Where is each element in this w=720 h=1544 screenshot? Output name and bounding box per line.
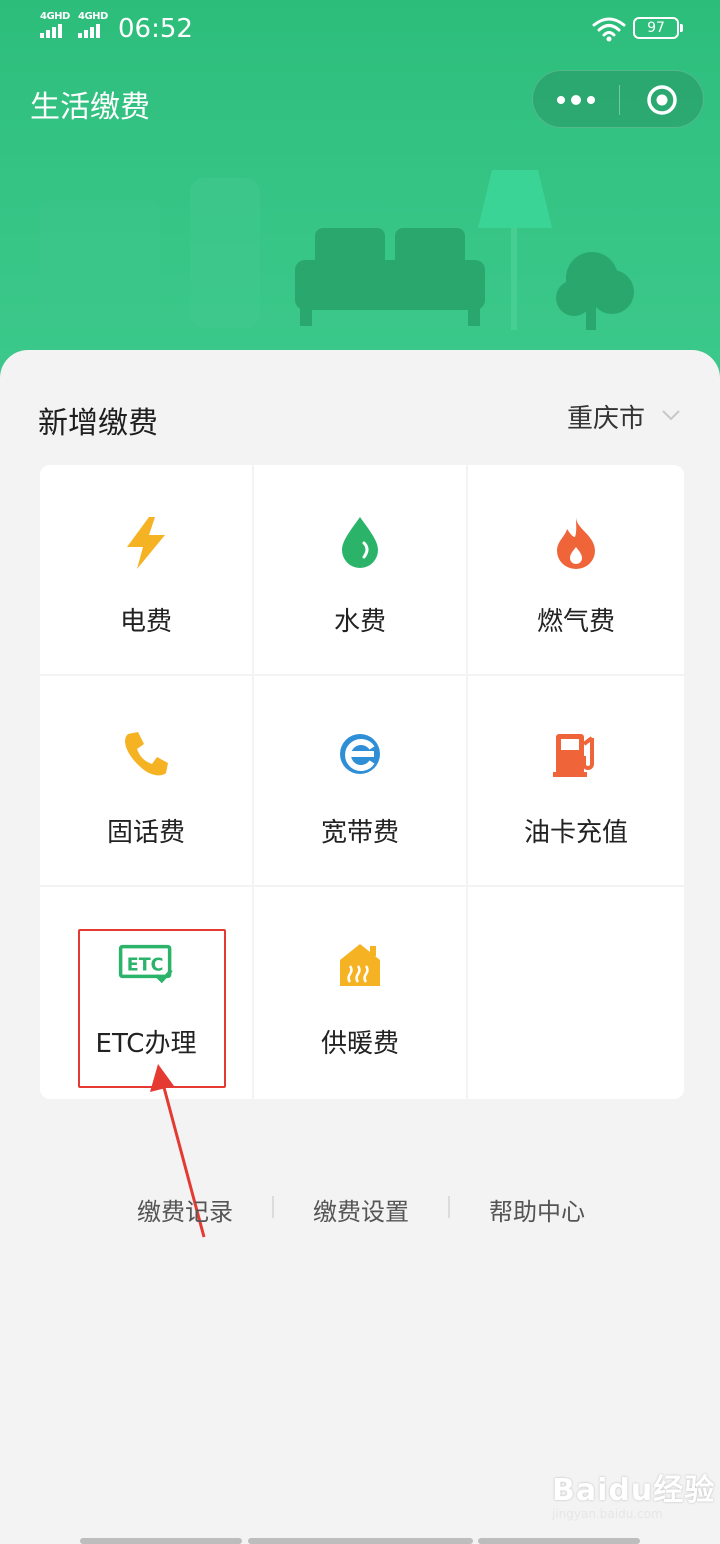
payment-settings-link[interactable]: 缴费设置 <box>313 1192 409 1227</box>
heating-house-icon <box>332 937 388 993</box>
phone-icon <box>118 726 174 782</box>
header: 4GHD 4GHD 06:52 97 生活缴费 <box>0 0 720 400</box>
service-label: 油卡充值 <box>523 818 628 848</box>
water-drop-icon <box>332 515 388 571</box>
service-label: 水费 <box>333 607 386 637</box>
service-broadband[interactable]: 宽带费 <box>254 676 468 887</box>
wifi-icon <box>592 17 626 42</box>
divider <box>272 1196 274 1218</box>
chevron-down-icon[interactable] <box>660 404 682 426</box>
svg-text:ETC: ETC <box>127 955 164 975</box>
flame-icon <box>548 515 604 571</box>
divider <box>448 1196 450 1218</box>
service-heating[interactable]: 供暖费 <box>254 887 468 1099</box>
living-room-illustration-icon <box>40 170 634 330</box>
etc-icon: ETC <box>118 937 174 993</box>
service-water[interactable]: 水费 <box>254 465 468 676</box>
service-gas[interactable]: 燃气费 <box>468 465 684 676</box>
broadband-e-icon <box>332 726 388 782</box>
empty-cell <box>468 887 684 1099</box>
watermark-brand: Baidu经验 <box>552 1473 716 1508</box>
close-button[interactable] <box>619 71 705 129</box>
close-target-icon <box>647 85 677 115</box>
signal-1-icon: 4GHD <box>40 12 70 38</box>
service-label: 宽带费 <box>320 818 399 848</box>
service-label: 电费 <box>119 607 172 637</box>
service-label: 燃气费 <box>536 607 615 637</box>
city-selector[interactable]: 重庆市 <box>567 398 645 435</box>
battery-indicator: 97 <box>633 17 683 39</box>
home-indicator <box>80 1538 242 1544</box>
home-indicator <box>248 1538 473 1544</box>
page-title: 生活缴费 <box>30 90 150 125</box>
service-label: ETC办理 <box>95 1029 197 1059</box>
home-indicator <box>478 1538 640 1544</box>
mini-program-capsule <box>532 70 704 128</box>
service-electricity[interactable]: 电费 <box>40 465 254 676</box>
network-label: 4GHD <box>78 11 108 22</box>
service-fuel-card[interactable]: 油卡充值 <box>468 676 684 887</box>
more-button[interactable] <box>533 71 619 129</box>
signal-2-icon: 4GHD <box>78 12 108 38</box>
baidu-watermark: Baidu经验 jingyan.baidu.com <box>552 1465 715 1521</box>
service-label: 供暖费 <box>320 1029 399 1059</box>
clock: 06:52 <box>118 14 193 44</box>
help-center-link[interactable]: 帮助中心 <box>489 1192 585 1227</box>
footer-links: 缴费记录 缴费设置 帮助中心 <box>0 1188 720 1228</box>
network-label: 4GHD <box>40 11 70 22</box>
lightning-icon <box>118 515 174 571</box>
service-grid: 电费 水费 燃气费 固话费 宽带费 油卡充值 ETC ETC办理 供暖费 <box>40 465 684 1099</box>
fuel-pump-icon <box>548 726 604 782</box>
watermark-url: jingyan.baidu.com <box>552 1507 663 1521</box>
service-landline[interactable]: 固话费 <box>40 676 254 887</box>
status-bar: 4GHD 4GHD 06:52 97 <box>0 0 720 60</box>
section-title: 新增缴费 <box>38 406 158 441</box>
payment-records-link[interactable]: 缴费记录 <box>137 1192 233 1227</box>
service-label: 固话费 <box>106 818 185 848</box>
